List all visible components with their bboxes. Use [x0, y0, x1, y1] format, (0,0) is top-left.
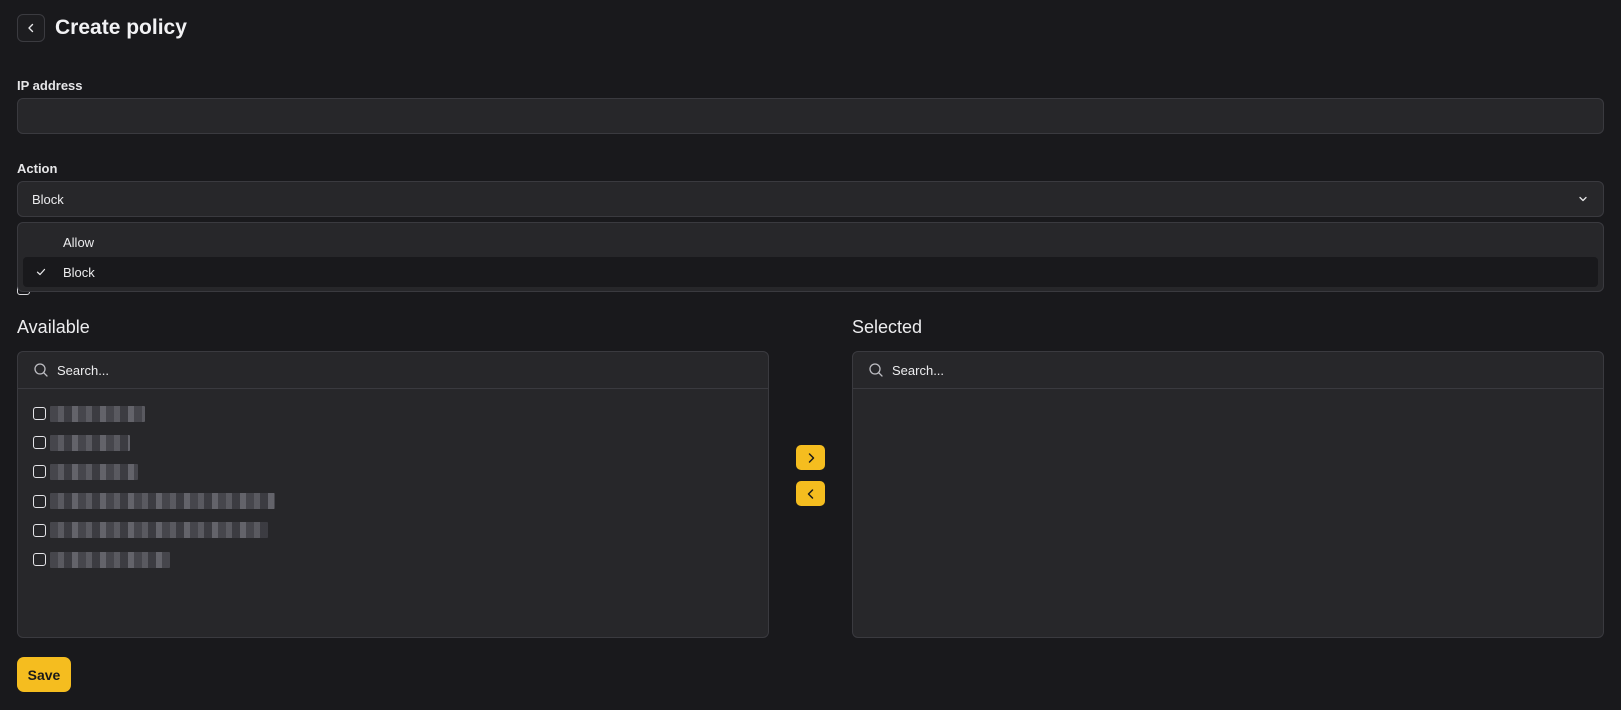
list-item[interactable]: [33, 428, 768, 457]
available-panel: [17, 351, 769, 638]
action-dropdown-menu: Allow Block: [17, 222, 1604, 292]
available-search: [18, 352, 768, 389]
search-icon: [34, 363, 48, 377]
list-item[interactable]: [33, 545, 768, 574]
page-title: Create policy: [55, 16, 187, 39]
selected-title: Selected: [852, 317, 923, 337]
list-item[interactable]: [33, 516, 768, 545]
redacted-item-label: [50, 551, 170, 568]
redacted-item-label: [50, 405, 145, 422]
list-item[interactable]: [33, 487, 768, 516]
redacted-item-label: [50, 522, 268, 539]
move-right-button[interactable]: [796, 445, 825, 470]
item-checkbox[interactable]: [33, 553, 46, 567]
ip-address-input[interactable]: [18, 99, 1603, 133]
search-icon: [869, 363, 883, 377]
item-checkbox[interactable]: [33, 494, 46, 508]
chevron-down-icon: [1579, 196, 1587, 202]
redacted-item-label: [50, 434, 130, 451]
chevron-left-icon: [807, 488, 813, 499]
available-search-input[interactable]: [57, 362, 657, 378]
list-item[interactable]: [33, 399, 768, 428]
back-button[interactable]: [17, 14, 45, 42]
selected-panel: [852, 351, 1604, 638]
item-checkbox[interactable]: [33, 523, 46, 537]
list-item[interactable]: [33, 457, 768, 486]
option-block[interactable]: Block: [23, 257, 1598, 287]
selected-search: [853, 352, 1603, 389]
page-header: Create policy: [17, 14, 187, 42]
action-select[interactable]: Block: [17, 181, 1604, 217]
item-checkbox[interactable]: [33, 436, 46, 450]
action-label: Action: [17, 161, 58, 176]
option-label: Allow: [63, 234, 95, 250]
option-label: Block: [63, 264, 95, 280]
available-list: [18, 389, 768, 574]
chevron-right-icon: [808, 452, 814, 463]
check-icon: [36, 268, 46, 276]
chevron-left-icon: [28, 23, 34, 33]
move-left-button[interactable]: [796, 481, 825, 506]
ip-address-label: IP address: [17, 78, 83, 93]
item-checkbox[interactable]: [33, 465, 46, 479]
ip-address-field-wrapper: [17, 98, 1604, 134]
redacted-item-label: [50, 493, 275, 510]
available-title: Available: [17, 317, 90, 337]
action-select-value: Block: [32, 191, 64, 207]
option-allow[interactable]: Allow: [23, 227, 1598, 257]
item-checkbox[interactable]: [33, 407, 46, 421]
selected-search-input[interactable]: [892, 362, 1492, 378]
save-button[interactable]: Save: [17, 657, 71, 692]
redacted-item-label: [50, 463, 138, 480]
